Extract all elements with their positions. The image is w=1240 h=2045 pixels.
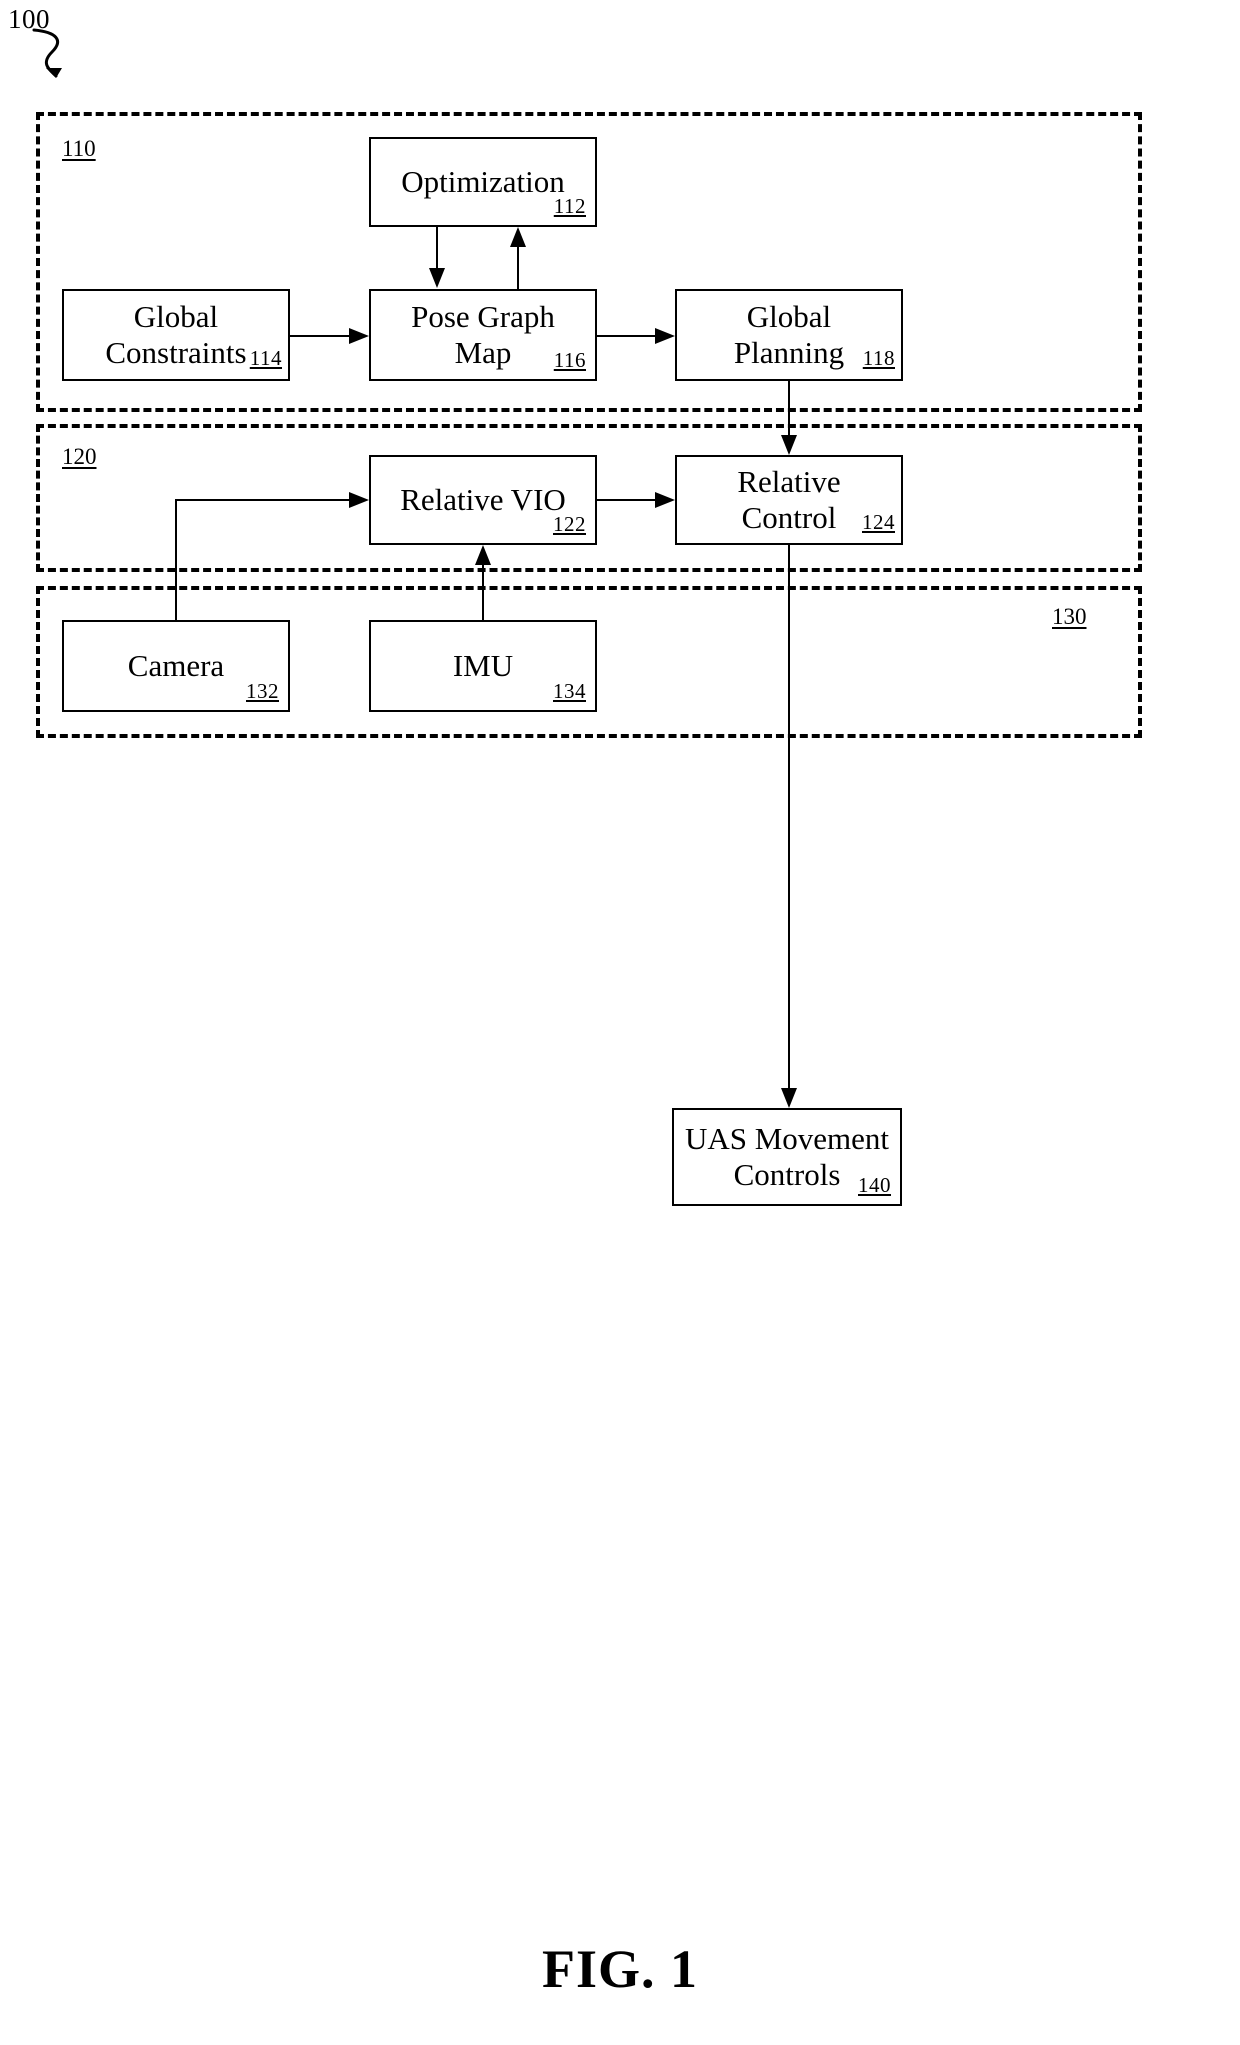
box-global-constraints-title: Global Constraints (105, 299, 247, 370)
box-relative-vio-ref: 122 (553, 512, 586, 536)
box-global-planning-ref: 118 (862, 346, 895, 370)
box-pose-graph-map-ref: 116 (553, 348, 586, 372)
box-imu[interactable]: IMU 134 (369, 620, 597, 712)
box-camera[interactable]: Camera 132 (62, 620, 290, 712)
box-global-constraints[interactable]: Global Constraints 114 (62, 289, 290, 381)
box-uas-movement-controls[interactable]: UAS Movement Controls 140 (672, 1108, 902, 1206)
box-camera-title: Camera (127, 648, 225, 684)
patent-figure-page: 100 110 120 130 Optimization 112 Global … (0, 0, 1240, 2045)
box-optimization-ref: 112 (553, 194, 586, 218)
box-imu-ref: 134 (553, 679, 586, 703)
arrow-relative-control-to-uas-movement-controls (781, 545, 797, 1108)
box-uas-movement-controls-ref: 140 (858, 1173, 891, 1197)
box-relative-vio-title: Relative VIO (400, 482, 566, 518)
arrow-optimization-to-pose-graph-map (429, 227, 445, 288)
box-global-constraints-ref: 114 (249, 346, 282, 370)
box-relative-control[interactable]: Relative Control 124 (675, 455, 903, 545)
arrow-relative-vio-to-relative-control (597, 492, 675, 508)
box-relative-control-ref: 124 (862, 510, 895, 534)
box-global-planning[interactable]: Global Planning 118 (675, 289, 903, 381)
arrow-imu-to-relative-vio (475, 545, 491, 620)
arrow-pose-graph-map-to-optimization (510, 227, 526, 289)
box-optimization-title: Optimization (401, 164, 565, 200)
box-relative-vio[interactable]: Relative VIO 122 (369, 455, 597, 545)
box-global-planning-title: Global Planning (733, 299, 845, 370)
arrow-pose-graph-map-to-global-planning (597, 328, 675, 344)
box-pose-graph-map-title: Pose Graph Map (411, 299, 555, 370)
box-relative-control-title: Relative Control (737, 464, 841, 535)
arrow-global-constraints-to-pose-graph-map (290, 328, 369, 344)
box-camera-ref: 132 (246, 679, 279, 703)
box-pose-graph-map[interactable]: Pose Graph Map 116 (369, 289, 597, 381)
arrow-camera-to-relative-vio (175, 492, 369, 620)
arrow-global-planning-to-relative-control (781, 381, 797, 455)
box-imu-title: IMU (452, 648, 514, 684)
box-optimization[interactable]: Optimization 112 (369, 137, 597, 227)
